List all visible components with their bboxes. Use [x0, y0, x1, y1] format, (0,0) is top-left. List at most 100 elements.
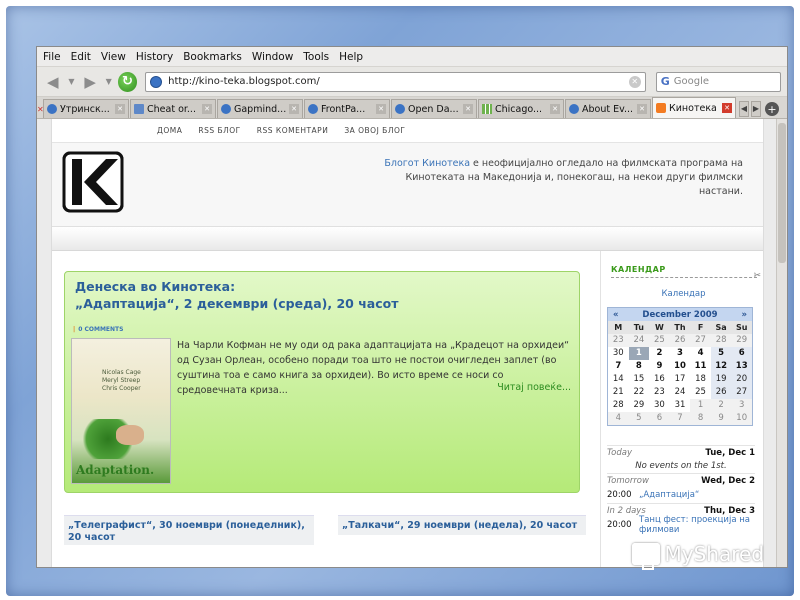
comments-link[interactable]: | 0 COMMENTS	[73, 326, 123, 333]
tab-close-icon[interactable]: ✕	[637, 104, 647, 114]
read-more-link[interactable]: Читај повеќе...	[497, 382, 571, 393]
calendar-today-cell[interactable]: 1	[628, 347, 650, 360]
calendar-day-cell[interactable]: 2	[710, 399, 732, 412]
calendar-day-cell[interactable]: 4	[690, 347, 711, 360]
reload-icon[interactable]: ↻	[117, 71, 138, 92]
nav-rss-blog-link[interactable]: RSS БЛОГ	[198, 126, 240, 135]
blog-name-link[interactable]: Блогот Кинотека	[384, 158, 470, 169]
calendar-day-cell[interactable]: 4	[608, 412, 629, 425]
tab-scroll-left-icon[interactable]: ◀	[739, 100, 749, 117]
calendar-day-cell[interactable]: 2	[649, 347, 670, 360]
menu-tools[interactable]: Tools	[303, 51, 329, 63]
calendar-day-cell[interactable]: 7	[608, 360, 629, 373]
tab-cheat[interactable]: Cheat or... ✕	[130, 99, 216, 118]
prev-month-icon[interactable]: «	[613, 310, 619, 320]
calendar-day-cell[interactable]: 8	[629, 360, 650, 373]
calendar-day-cell[interactable]: 6	[731, 347, 752, 360]
clear-url-icon[interactable]: ✕	[628, 75, 641, 88]
older-post-1[interactable]: „Телеграфист“, 30 ноември (понеделник), …	[64, 515, 314, 545]
tab-scroll-right-icon[interactable]: ▶	[751, 100, 761, 117]
menu-help[interactable]: Help	[339, 51, 363, 63]
calendar-day-cell[interactable]: 17	[670, 373, 691, 386]
vertical-scrollbar[interactable]	[776, 119, 787, 567]
tab-close-icon[interactable]: ✕	[376, 104, 386, 114]
calendar-day-cell[interactable]: 28	[608, 399, 629, 412]
calendar-day-cell[interactable]: 16	[649, 373, 670, 386]
forward-history-dropdown-icon[interactable]: ▼	[104, 72, 114, 92]
calendar-day-cell[interactable]: 14	[608, 373, 629, 386]
post-title[interactable]: Денеска во Кинотека: „Адаптација“, 2 дек…	[75, 278, 565, 312]
calendar-day-cell[interactable]: 1	[690, 399, 711, 412]
calendar-day-cell[interactable]: 3	[670, 347, 691, 360]
calendar-day-cell[interactable]: 25	[690, 386, 711, 399]
menu-history[interactable]: History	[136, 51, 173, 63]
tab-close-icon[interactable]: ✕	[289, 104, 299, 114]
calendar-day-cell[interactable]: 11	[690, 360, 711, 373]
calendar-day-cell[interactable]: 23	[649, 386, 670, 399]
post-title-line-1[interactable]: Денеска во Кинотека:	[75, 278, 565, 295]
tab-close-icon[interactable]: ✕	[202, 104, 212, 114]
calendar-day-cell[interactable]: 21	[608, 386, 629, 399]
tab-opendata[interactable]: Open Da... ✕	[391, 99, 477, 118]
tab-close-icon[interactable]: ✕	[463, 104, 473, 114]
calendar-day-cell[interactable]: 29	[731, 334, 752, 347]
nav-home-link[interactable]: ДОМА	[157, 126, 182, 135]
tab-frontpage[interactable]: FrontPa... ✕	[304, 99, 390, 118]
back-history-dropdown-icon[interactable]: ▼	[67, 72, 77, 92]
calendar-day-cell[interactable]: 29	[629, 399, 650, 412]
calendar-day-cell[interactable]: 20	[731, 373, 752, 386]
older-post-2[interactable]: „Талкачи“, 29 ноември (недела), 20 часот	[338, 515, 586, 535]
search-box[interactable]: G Google	[655, 71, 781, 92]
comments-count[interactable]: 0 COMMENTS	[78, 326, 123, 333]
calendar-day-cell[interactable]: 8	[690, 412, 711, 425]
kinoteka-logo[interactable]	[62, 151, 124, 213]
menu-view[interactable]: View	[101, 51, 126, 63]
calendar-day-cell[interactable]: 31	[670, 399, 691, 412]
scrollbar-thumb[interactable]	[778, 123, 786, 263]
tab-utrinski[interactable]: Утринск... ✕	[43, 99, 129, 118]
calendar-day-cell[interactable]: 25	[649, 334, 670, 347]
calendar-link[interactable]: Календар	[601, 289, 766, 299]
google-icon[interactable]: G	[661, 75, 670, 88]
tab-chicago[interactable]: Chicago... ✕	[478, 99, 564, 118]
calendar-day-cell[interactable]: 22	[629, 386, 650, 399]
post-title-line-2[interactable]: „Адаптација“, 2 декември (среда), 20 час…	[75, 295, 565, 312]
calendar-day-cell[interactable]: 28	[710, 334, 732, 347]
tab-gapminder[interactable]: Gapmind... ✕	[217, 99, 303, 118]
calendar-day-cell[interactable]: 30	[608, 347, 629, 360]
new-tab-plus-icon[interactable]: +	[765, 102, 779, 116]
forward-arrow-icon[interactable]: ▶	[80, 72, 100, 92]
event-title[interactable]: „Адаптација“	[639, 490, 699, 500]
tab-close-icon[interactable]: ✕	[722, 103, 732, 113]
menu-edit[interactable]: Edit	[71, 51, 91, 63]
calendar-day-cell[interactable]: 26	[710, 386, 732, 399]
calendar-day-cell[interactable]: 15	[629, 373, 650, 386]
menu-window[interactable]: Window	[252, 51, 293, 63]
calendar-day-cell[interactable]: 9	[649, 360, 670, 373]
calendar-day-cell[interactable]: 3	[731, 399, 752, 412]
calendar-day-cell[interactable]: 5	[710, 347, 732, 360]
calendar-day-cell[interactable]: 23	[608, 334, 629, 347]
url-text[interactable]: http://kino-teka.blogspot.com/	[168, 76, 623, 87]
calendar-day-cell[interactable]: 18	[690, 373, 711, 386]
calendar-day-cell[interactable]: 10	[670, 360, 691, 373]
tab-close-icon[interactable]: ✕	[115, 104, 125, 114]
next-month-icon[interactable]: »	[741, 310, 747, 320]
calendar-day-cell[interactable]: 7	[669, 412, 691, 425]
address-bar[interactable]: http://kino-teka.blogspot.com/ ✕	[145, 71, 646, 92]
tab-close-icon[interactable]: ✕	[550, 104, 560, 114]
calendar-day-cell[interactable]: 12	[710, 360, 732, 373]
calendar-day-cell[interactable]: 30	[649, 399, 670, 412]
calendar-day-cell[interactable]: 27	[731, 386, 752, 399]
calendar-day-cell[interactable]: 27	[690, 334, 711, 347]
nav-rss-comments-link[interactable]: RSS КОМЕНТАРИ	[257, 126, 329, 135]
menu-file[interactable]: File	[43, 51, 61, 63]
calendar-day-cell[interactable]: 24	[628, 334, 650, 347]
menu-bookmarks[interactable]: Bookmarks	[183, 51, 242, 63]
calendar-day-cell[interactable]: 9	[710, 412, 732, 425]
calendar-day-cell[interactable]: 26	[669, 334, 691, 347]
movie-poster-image[interactable]: Nicolas Cage Meryl Streep Chris Cooper A…	[71, 338, 171, 484]
calendar-day-cell[interactable]: 10	[731, 412, 752, 425]
event-title[interactable]: Танц фест: проекција на филмови	[639, 515, 755, 535]
calendar-day-cell[interactable]: 5	[628, 412, 650, 425]
